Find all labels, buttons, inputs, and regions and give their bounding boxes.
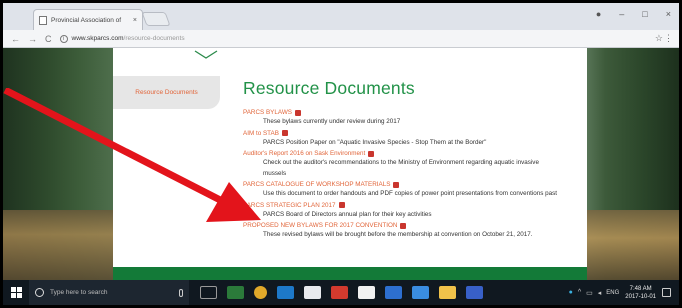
taskbar-search-input[interactable]: Type here to search <box>29 280 189 305</box>
word-icon[interactable] <box>385 286 402 299</box>
browser-menu-icon[interactable]: ⋮ <box>664 33 673 44</box>
taskbar-pinned-apps <box>195 286 488 299</box>
screenshot-frame: Provincial Association of × ● – □ × ← → … <box>0 0 682 308</box>
page-favicon-icon <box>39 15 47 25</box>
store-icon[interactable] <box>304 286 321 299</box>
clock-time: 7:48 AM <box>629 285 652 292</box>
footer-bar <box>113 267 587 280</box>
window-controls: ● – □ × <box>596 9 671 19</box>
volume-icon[interactable]: ◂ <box>598 289 602 297</box>
maximize-button[interactable]: □ <box>642 9 647 19</box>
search-icon <box>35 288 44 297</box>
calendar-icon[interactable] <box>358 286 375 299</box>
url-domain: www.skparcs.com <box>71 35 124 42</box>
url-field[interactable]: i www.skparcs.com/resource-documents <box>59 32 658 45</box>
browser-tab[interactable]: Provincial Association of × <box>33 9 143 30</box>
system-tray: ● ^ ▭ ◂ ENG 7:48 AM 2017-10-01 <box>569 285 679 301</box>
back-button[interactable]: ← <box>11 34 20 44</box>
language-indicator[interactable]: ENG <box>606 290 619 296</box>
office-icon[interactable] <box>331 286 348 299</box>
web-page: Resource Documents Resource Documents PA… <box>3 48 679 280</box>
outlook-icon[interactable] <box>412 286 429 299</box>
url-path: /resource-documents <box>123 35 185 42</box>
onedrive-icon[interactable]: ● <box>569 289 573 296</box>
chevron-down-icon <box>194 50 218 59</box>
chrome-icon[interactable] <box>254 286 267 299</box>
edge-icon[interactable] <box>277 286 294 299</box>
pdf-icon[interactable] <box>393 181 400 188</box>
file-explorer-icon[interactable] <box>439 286 456 299</box>
excel-icon[interactable] <box>227 286 244 299</box>
notifications-icon[interactable] <box>662 288 671 297</box>
tab-title: Provincial Association of <box>51 16 122 24</box>
network-icon[interactable]: ▭ <box>586 289 593 297</box>
pdf-icon[interactable] <box>400 222 407 229</box>
microphone-icon[interactable] <box>179 288 183 297</box>
windows-taskbar: Type here to search ● ^ ▭ ◂ ENG 7:48 AM … <box>3 280 679 305</box>
clock-date: 2017-10-01 <box>625 293 656 300</box>
arrow-annotation <box>3 88 261 222</box>
profile-icon[interactable]: ● <box>596 9 601 19</box>
close-tab-icon[interactable]: × <box>133 17 137 24</box>
reload-button[interactable]: C <box>45 34 52 44</box>
background-forest-right <box>587 48 679 280</box>
bookmark-star-icon[interactable]: ☆ <box>655 33 663 44</box>
show-hidden-icons-icon[interactable]: ^ <box>578 289 581 296</box>
task-view-icon[interactable] <box>200 286 217 299</box>
minimize-button[interactable]: – <box>619 9 624 19</box>
address-bar: ← → C i www.skparcs.com/resource-documen… <box>3 30 679 48</box>
close-window-button[interactable]: × <box>666 9 671 19</box>
clock[interactable]: 7:48 AM 2017-10-01 <box>625 285 656 301</box>
windows-start-icon[interactable] <box>3 280 29 305</box>
forward-button[interactable]: → <box>28 34 37 44</box>
site-info-icon[interactable]: i <box>59 34 68 43</box>
search-placeholder: Type here to search <box>50 289 108 296</box>
new-tab-button[interactable] <box>141 12 171 26</box>
browser-tab-bar: Provincial Association of × ● – □ × <box>3 3 679 30</box>
app-icon[interactable] <box>466 286 483 299</box>
pdf-icon[interactable] <box>368 150 375 157</box>
pdf-icon[interactable] <box>338 202 345 208</box>
